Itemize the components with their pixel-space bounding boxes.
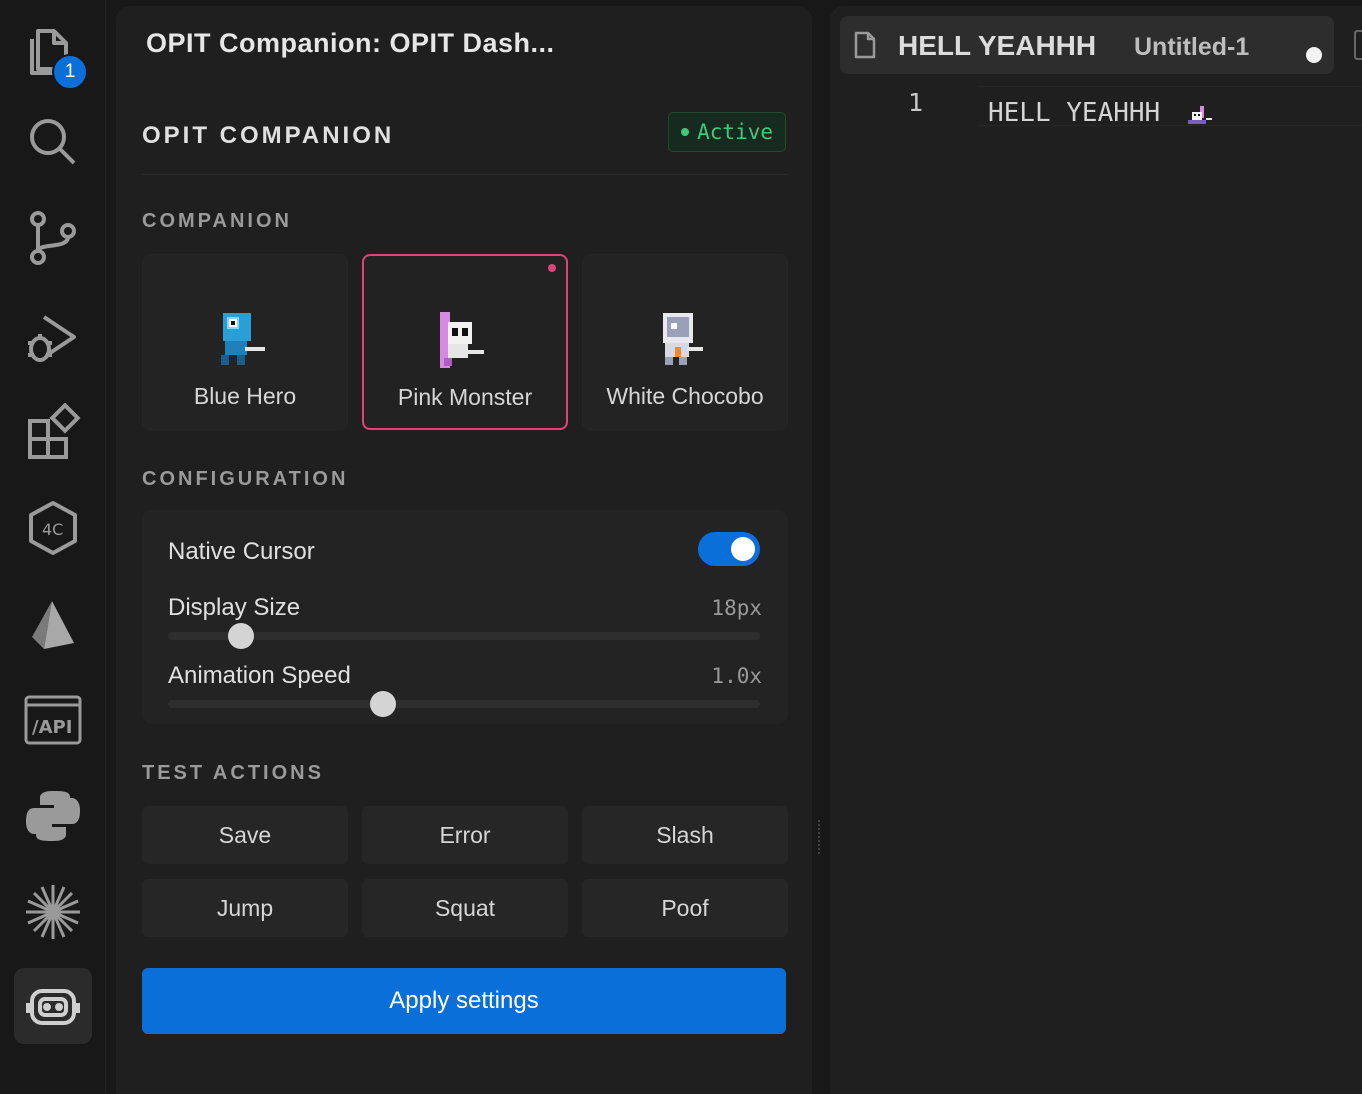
animation-speed-value: 1.0x <box>711 664 762 688</box>
save-action-button[interactable]: Save <box>142 806 348 864</box>
code-line[interactable]: HELL YEAHHH <box>988 98 1160 128</box>
run-debug-icon <box>28 315 76 362</box>
activity-extensions[interactable] <box>0 390 106 474</box>
unsaved-dot-icon[interactable] <box>1306 47 1322 63</box>
activity-run-debug[interactable] <box>0 296 106 380</box>
blue-hero-sprite-icon <box>221 313 265 365</box>
display-size-slider-thumb[interactable] <box>228 623 254 649</box>
section-test-actions: TEST ACTIONS <box>142 762 324 784</box>
companion-card-blue-hero[interactable]: Blue Hero <box>142 254 348 430</box>
display-size-label: Display Size <box>168 594 301 621</box>
file-icon <box>854 31 876 59</box>
slash-action-button[interactable]: Slash <box>582 806 788 864</box>
editor-area: HELL YEAHHH Untitled-1 1 HELL YEAHHH <box>830 6 1362 1094</box>
toggle-knob <box>731 537 755 561</box>
python-icon <box>26 791 80 841</box>
source-control-icon <box>30 211 76 265</box>
line-number: 1 <box>908 88 924 117</box>
native-cursor-toggle[interactable] <box>698 532 760 566</box>
activity-explorer[interactable]: 1 <box>0 6 106 90</box>
configuration-panel: Native Cursor Display Size 18px Animatio… <box>142 510 788 724</box>
activity-remote[interactable]: 4C <box>0 486 106 570</box>
companion-name: Blue Hero <box>193 383 297 409</box>
native-cursor-label: Native Cursor <box>168 538 315 565</box>
activity-companion[interactable] <box>0 964 106 1048</box>
activity-prism[interactable] <box>0 582 106 666</box>
tab-label: HELL YEAHHH <box>898 30 1097 61</box>
panel-title: OPIT COMPANION <box>142 122 395 149</box>
tab-description: Untitled-1 <box>1134 33 1250 61</box>
animation-speed-slider-thumb[interactable] <box>370 691 396 717</box>
activity-search[interactable] <box>0 100 106 184</box>
companion-card-pink-monster[interactable]: Pink Monster <box>362 254 568 430</box>
companion-robot-icon <box>26 989 80 1025</box>
white-chocobo-sprite-icon <box>663 313 703 365</box>
companion-name: White Chocobo <box>606 383 764 409</box>
display-size-value: 18px <box>711 596 762 620</box>
activity-sparkle[interactable] <box>0 870 106 954</box>
error-action-button[interactable]: Error <box>362 806 568 864</box>
status-badge: Active <box>668 112 786 152</box>
companion-cursor-sprite-icon <box>1188 106 1212 124</box>
header-divider <box>142 174 788 175</box>
companion-card-white-chocobo[interactable]: White Chocobo <box>582 254 788 430</box>
companion-name: Pink Monster <box>397 384 533 410</box>
apply-settings-button[interactable]: Apply settings <box>142 968 786 1034</box>
activity-python[interactable] <box>0 774 106 858</box>
next-tab-edge[interactable] <box>1354 30 1362 60</box>
status-dot-icon <box>681 128 690 136</box>
api-icon: /API <box>24 695 82 745</box>
remote-hex-icon: 4C <box>29 501 77 555</box>
status-text: Active <box>697 120 773 144</box>
sidebar: OPIT Companion: OPIT Dash... OPIT COMPAN… <box>116 6 812 1094</box>
sidebar-title: OPIT Companion: OPIT Dash... <box>146 28 555 58</box>
animation-speed-slider[interactable] <box>168 691 760 717</box>
panel-header: OPIT COMPANION Active <box>142 112 788 170</box>
jump-action-button[interactable]: Jump <box>142 879 348 937</box>
sparkle-icon <box>26 885 80 939</box>
activity-bar: 1 4C /API <box>0 0 106 1094</box>
sidebar-resize-sash[interactable] <box>818 820 822 854</box>
extensions-icon <box>28 403 81 459</box>
editor-tab[interactable]: HELL YEAHHH Untitled-1 <box>840 16 1334 74</box>
explorer-badge: 1 <box>52 54 88 90</box>
section-companion: COMPANION <box>142 210 292 232</box>
svg-text:/API: /API <box>32 717 72 738</box>
selected-indicator <box>548 264 556 272</box>
prism-icon <box>32 601 74 649</box>
pink-monster-sprite-icon <box>440 312 484 368</box>
section-configuration: CONFIGURATION <box>142 468 349 490</box>
activity-source-control[interactable] <box>0 196 106 280</box>
animation-speed-label: Animation Speed <box>168 662 351 689</box>
display-size-slider[interactable] <box>168 623 760 649</box>
search-icon <box>30 119 76 165</box>
poof-action-button[interactable]: Poof <box>582 879 788 937</box>
squat-action-button[interactable]: Squat <box>362 879 568 937</box>
svg-text:4C: 4C <box>42 520 63 539</box>
activity-api[interactable]: /API <box>0 678 106 762</box>
